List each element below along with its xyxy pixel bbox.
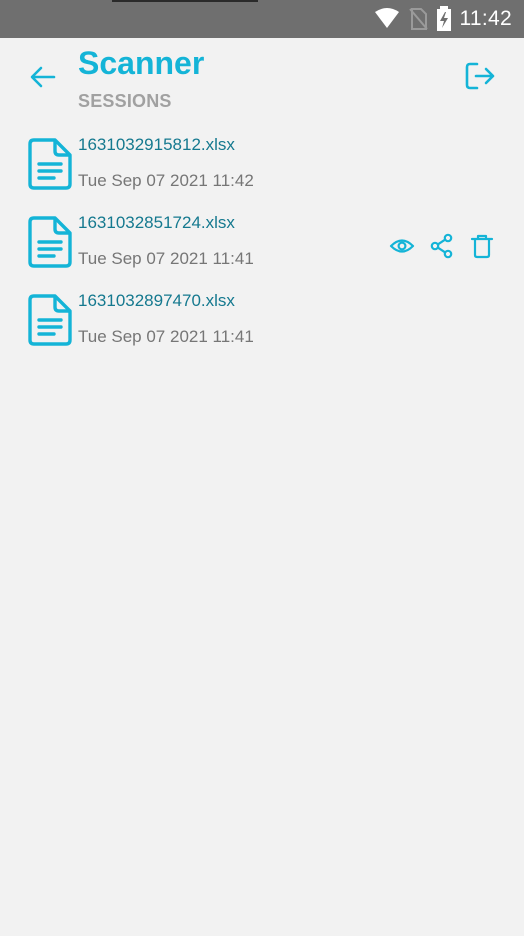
session-list: 1631032915812.xlsx Tue Sep 07 2021 11:42…	[0, 128, 524, 362]
view-button[interactable]	[386, 230, 418, 262]
share-icon	[430, 233, 453, 259]
battery-charging-icon	[436, 6, 451, 31]
trash-icon	[470, 234, 494, 259]
arrow-left-icon	[30, 66, 56, 88]
document-icon	[28, 294, 72, 346]
back-button[interactable]	[26, 60, 60, 94]
page-title: Scanner	[78, 45, 205, 81]
document-icon	[28, 216, 72, 268]
delete-button[interactable]	[466, 230, 498, 262]
status-bar: 11:42	[0, 0, 524, 38]
status-time: 11:42	[459, 7, 512, 30]
no-sim-icon	[408, 8, 428, 30]
camera-notch	[112, 0, 258, 2]
session-actions	[386, 230, 498, 262]
logout-icon	[465, 62, 495, 90]
logout-button[interactable]	[462, 58, 498, 94]
status-icons: 11:42	[374, 0, 513, 38]
session-item[interactable]: 1631032897470.xlsx Tue Sep 07 2021 11:41	[0, 284, 524, 362]
session-date: Tue Sep 07 2021 11:41	[78, 249, 254, 268]
session-date: Tue Sep 07 2021 11:42	[78, 171, 254, 190]
header: Scanner SESSIONS	[0, 38, 524, 118]
session-item[interactable]: 1631032915812.xlsx Tue Sep 07 2021 11:42	[0, 128, 524, 206]
document-icon	[28, 138, 72, 190]
session-item[interactable]: 1631032851724.xlsx Tue Sep 07 2021 11:41	[0, 206, 524, 284]
page-subtitle: SESSIONS	[78, 91, 172, 111]
session-file-name[interactable]: 1631032897470.xlsx	[78, 290, 235, 312]
eye-icon	[389, 239, 415, 253]
session-file-name[interactable]: 1631032915812.xlsx	[78, 134, 235, 156]
session-date: Tue Sep 07 2021 11:41	[78, 327, 254, 346]
share-button[interactable]	[426, 230, 458, 262]
session-file-name[interactable]: 1631032851724.xlsx	[78, 212, 235, 234]
wifi-icon	[374, 8, 399, 28]
